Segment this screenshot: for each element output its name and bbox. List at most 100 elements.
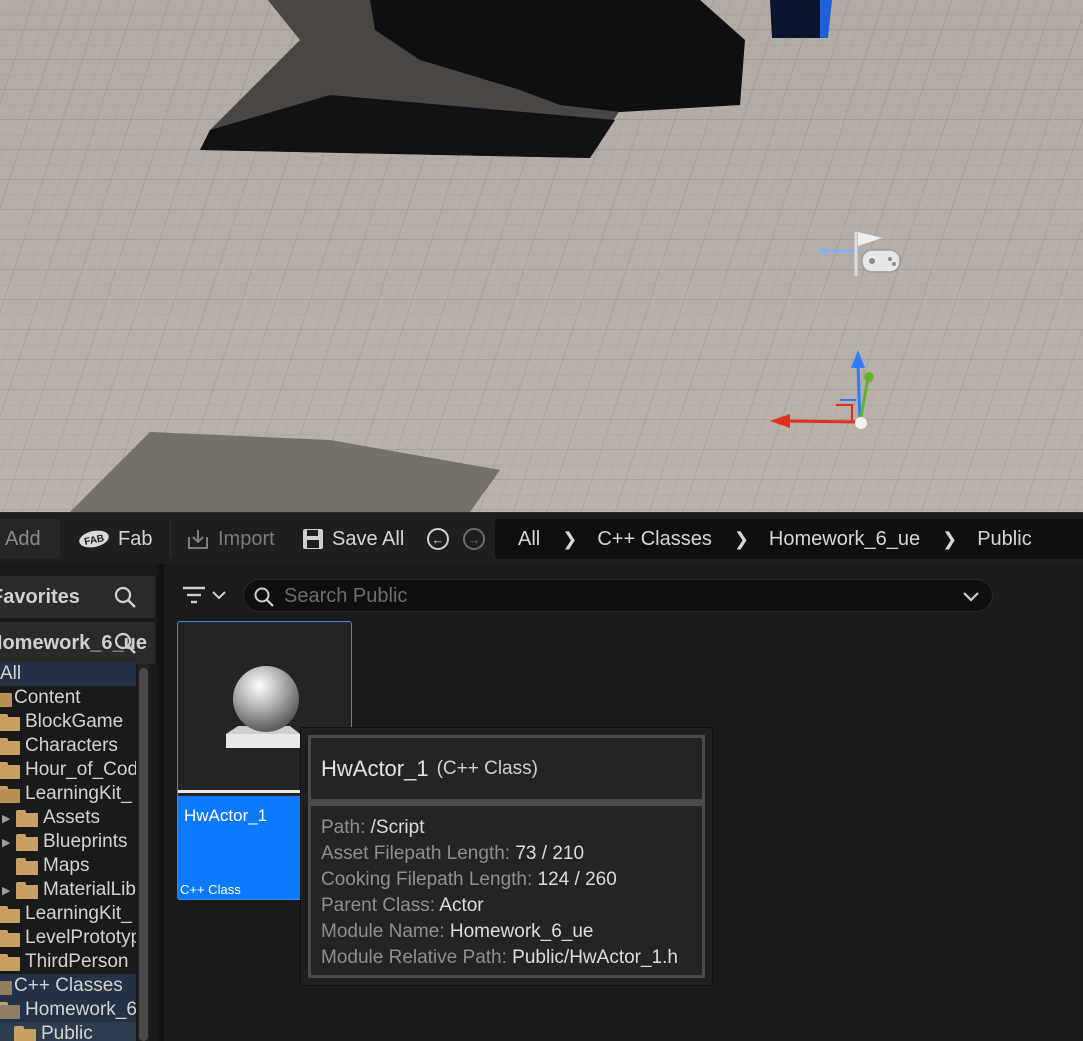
viewport-scene xyxy=(0,0,1083,512)
history-back-button[interactable]: ← xyxy=(427,513,449,565)
chevron-right-icon[interactable]: ❯ xyxy=(942,529,957,550)
tree-item-label: LearningKit_ xyxy=(25,783,132,804)
tree-item-label: Maps xyxy=(43,855,90,876)
tooltip-row-parent-class: Parent Class: Actor xyxy=(321,893,692,919)
tree-item-thirdperson[interactable]: ThirdPerson xyxy=(0,950,136,974)
tree-item-all[interactable]: All xyxy=(0,662,136,686)
tree-item-hour-of-code[interactable]: Hour_of_Code xyxy=(0,758,136,782)
tooltip-body: Path: /Script Asset Filepath Length: 73 … xyxy=(311,806,702,975)
tree-item-learningkit-games[interactable]: LearningKit_ xyxy=(0,782,136,806)
tree-scrollbar[interactable] xyxy=(138,664,149,1041)
folder-open-icon xyxy=(0,978,12,995)
chevron-down-icon xyxy=(212,591,226,600)
search-bar[interactable] xyxy=(243,579,993,612)
breadcrumb-item[interactable]: All xyxy=(518,528,540,551)
tree-item-label: LearningKit_ xyxy=(25,903,132,924)
folder-tree: All Content BlockGame Characters Hour_of… xyxy=(0,662,136,1041)
folder-icon xyxy=(14,1025,36,1041)
search-input[interactable] xyxy=(284,584,934,608)
tooltip-value: 73 / 210 xyxy=(515,843,585,864)
tooltip-value: Public/HwActor_1.h xyxy=(512,947,678,968)
tooltip-row-module-relative-path: Module Relative Path: Public/HwActor_1.h xyxy=(321,945,692,971)
tree-item-assets[interactable]: ▶ Assets xyxy=(0,806,136,830)
import-button[interactable]: Import xyxy=(186,513,275,565)
folder-icon xyxy=(0,713,20,731)
chevron-down-icon[interactable] xyxy=(963,591,979,602)
tree-item-public[interactable]: Public xyxy=(0,1022,136,1041)
breadcrumb: All ❯ C++ Classes ❯ Homework_6_ue ❯ Publ… xyxy=(495,519,1083,559)
save-all-button[interactable]: Save All xyxy=(302,513,404,565)
tree-item-content[interactable]: Content xyxy=(0,686,136,710)
tooltip-value: Actor xyxy=(439,895,484,916)
tree-item-cpp-classes[interactable]: C++ Classes xyxy=(0,974,136,998)
tree-item-levelprototyping[interactable]: LevelPrototyping xyxy=(0,926,136,950)
save-all-button-label: Save All xyxy=(332,527,405,550)
folder-icon xyxy=(0,737,20,755)
tree-item-label: All xyxy=(0,663,22,684)
search-icon[interactable] xyxy=(113,585,137,609)
tooltip-header: HwActor_1 (C++ Class) xyxy=(311,738,702,799)
tooltip-value: /Script xyxy=(370,817,425,838)
level-viewport[interactable] xyxy=(0,0,1083,512)
fab-button[interactable]: FAB Fab xyxy=(78,513,152,565)
filter-button[interactable] xyxy=(182,582,226,608)
folder-open-icon xyxy=(0,690,12,707)
chevron-right-icon[interactable]: ❯ xyxy=(562,529,577,550)
breadcrumb-item[interactable]: C++ Classes xyxy=(597,528,712,551)
folder-open-icon xyxy=(0,785,20,803)
tree-item-characters[interactable]: Characters xyxy=(0,734,136,758)
tree-item-maps[interactable]: Maps xyxy=(0,854,136,878)
folder-icon xyxy=(16,809,38,827)
tooltip-value: Homework_6_ue xyxy=(449,921,594,942)
tree-item-label: Characters xyxy=(25,735,118,756)
asset-type-label: C++ Class xyxy=(180,882,241,897)
tooltip-key: Cooking Filepath Length: xyxy=(321,869,533,890)
chevron-right-icon[interactable]: ❯ xyxy=(734,529,749,550)
chevron-right-icon[interactable]: ▶ xyxy=(2,884,14,897)
tree-item-materiallib[interactable]: ▶ MaterialLib xyxy=(0,878,136,902)
tree-item-label: Assets xyxy=(43,807,101,828)
tree-item-label: Blueprints xyxy=(43,831,128,852)
tree-item-homework-6-ue[interactable]: Homework_6_ue xyxy=(0,998,136,1022)
import-button-label: Import xyxy=(218,527,275,550)
tree-item-label: BlockGame xyxy=(25,711,124,732)
history-forward-button[interactable]: → xyxy=(463,513,485,565)
favorites-label: Favorites xyxy=(0,585,80,608)
folder-icon xyxy=(0,905,20,923)
tooltip-key: Module Relative Path: xyxy=(321,947,507,968)
chevron-right-icon[interactable]: ▶ xyxy=(2,812,14,825)
filter-icon xyxy=(183,586,205,604)
folder-icon xyxy=(16,833,38,851)
search-icon[interactable] xyxy=(113,631,137,655)
fab-icon: FAB xyxy=(79,530,109,548)
folder-icon xyxy=(0,953,20,971)
tooltip-frame: HwActor_1 (C++ Class) Path: /Script Asse… xyxy=(308,735,705,978)
tree-item-blockgame[interactable]: BlockGame xyxy=(0,710,136,734)
chevron-right-icon[interactable]: ▶ xyxy=(2,836,14,849)
project-header[interactable]: Homework_6_ue xyxy=(0,622,155,664)
import-icon xyxy=(188,530,208,549)
tooltip-value: 124 / 260 xyxy=(537,869,617,890)
arrow-right-icon: → xyxy=(463,528,485,550)
save-icon xyxy=(303,529,323,549)
add-button-label: Add xyxy=(5,527,41,550)
breadcrumb-item[interactable]: Public xyxy=(977,528,1031,551)
fab-button-label: Fab xyxy=(118,527,153,550)
scrollbar-thumb[interactable] xyxy=(139,668,148,1041)
tooltip-key: Parent Class: xyxy=(321,895,436,916)
asset-tooltip: HwActor_1 (C++ Class) Path: /Script Asse… xyxy=(300,727,713,986)
tree-item-label: Content xyxy=(14,687,81,708)
tooltip-key: Asset Filepath Length: xyxy=(321,843,511,864)
add-button[interactable]: Add xyxy=(0,519,60,559)
tooltip-row-cooking-filepath-length: Cooking Filepath Length: 124 / 260 xyxy=(321,867,692,893)
favorites-header[interactable]: Favorites xyxy=(0,576,155,618)
breadcrumb-item[interactable]: Homework_6_ue xyxy=(769,528,920,551)
tree-item-learningkit[interactable]: LearningKit_ xyxy=(0,902,136,926)
tree-item-label: MaterialLib xyxy=(43,879,136,900)
folder-icon xyxy=(0,929,20,947)
tree-item-blueprints[interactable]: ▶ Blueprints xyxy=(0,830,136,854)
arrow-left-icon: ← xyxy=(427,528,449,550)
tree-item-label: C++ Classes xyxy=(14,975,123,996)
tooltip-key: Path: xyxy=(321,817,366,838)
tree-item-label: ThirdPerson xyxy=(25,951,129,972)
